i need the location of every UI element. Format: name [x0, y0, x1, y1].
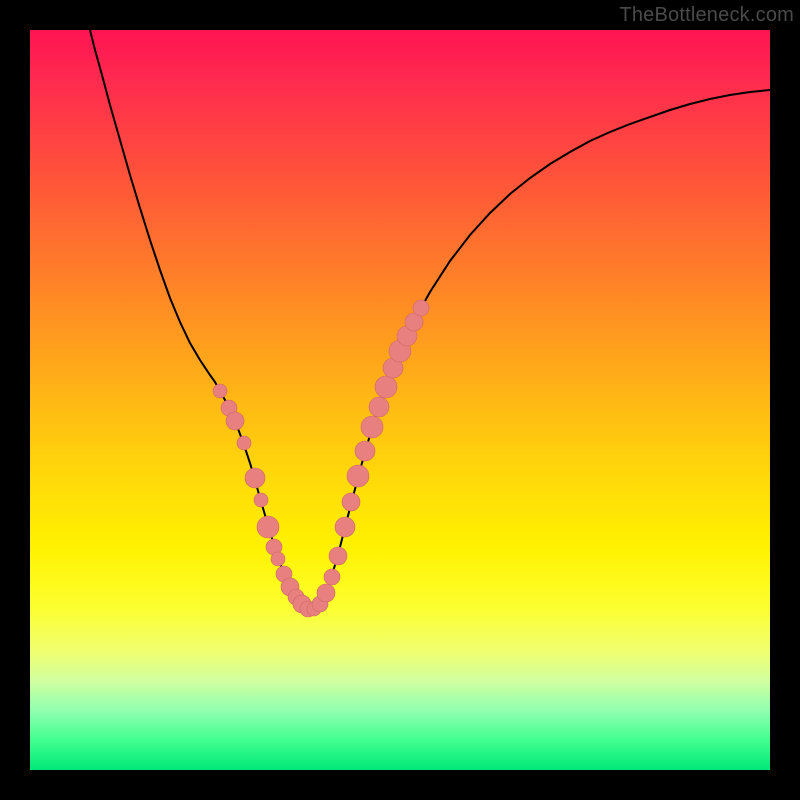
data-point — [254, 493, 268, 507]
data-point — [335, 517, 355, 537]
data-point — [271, 552, 285, 566]
data-point — [355, 441, 375, 461]
data-points-group — [213, 300, 429, 617]
data-point — [375, 376, 397, 398]
data-point — [347, 465, 369, 487]
data-point — [226, 412, 244, 430]
data-point — [324, 569, 340, 585]
data-point — [329, 547, 347, 565]
data-point — [342, 493, 360, 511]
data-point — [369, 397, 389, 417]
watermark-text: TheBottleneck.com — [619, 4, 794, 27]
data-point — [413, 300, 429, 316]
data-point — [245, 468, 265, 488]
data-point — [237, 436, 251, 450]
bottleneck-curve — [90, 30, 770, 610]
data-point — [213, 384, 227, 398]
chart-frame — [30, 30, 770, 770]
data-point — [257, 516, 279, 538]
data-point — [361, 416, 383, 438]
data-point — [317, 584, 335, 602]
plot-svg — [30, 30, 770, 770]
